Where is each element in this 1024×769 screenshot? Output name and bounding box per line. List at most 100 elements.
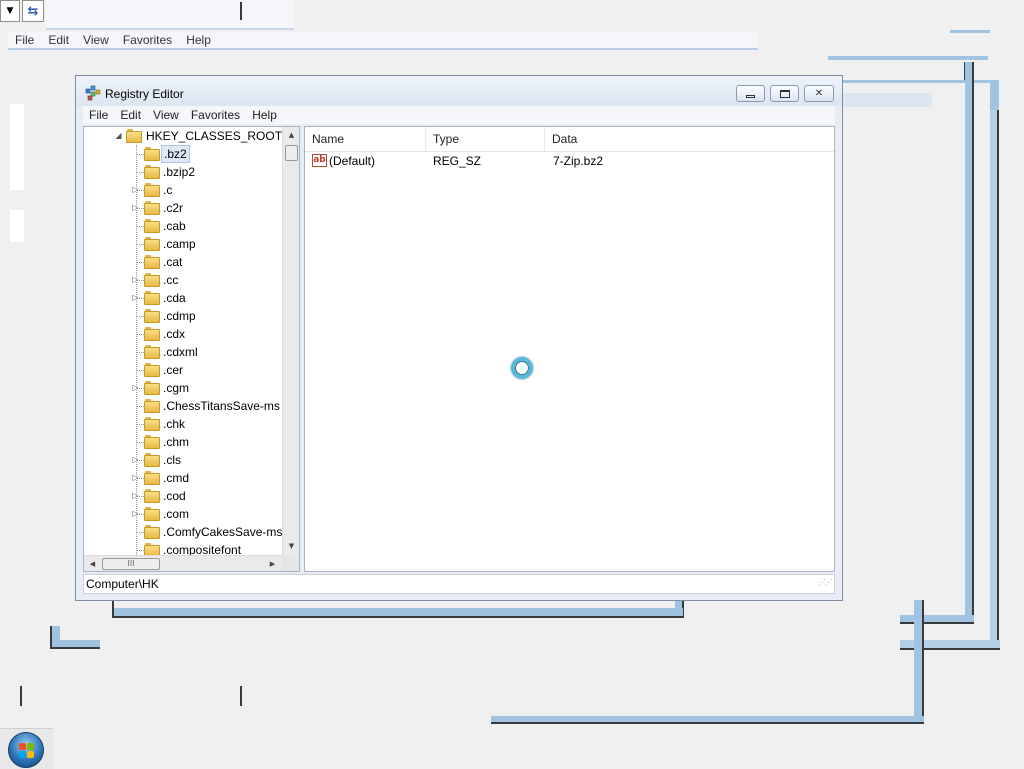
tree-item-label: .bzip2 [163,165,196,179]
bg-menu-edit: Edit [48,33,70,47]
tree-item-label: .bz2 [161,145,190,163]
value-row[interactable]: ab (Default) REG_SZ 7-Zip.bz2 [305,152,834,170]
status-path: Computer\HK [86,577,159,591]
ghost-frame [10,210,24,242]
folder-icon [144,417,160,431]
tree-item[interactable]: .ChessTitansSave-ms [84,397,284,415]
collapse-arrow-icon[interactable]: ◢ [114,127,123,145]
tree-item[interactable]: .cer [84,361,284,379]
hscroll-thumb[interactable]: III [102,558,160,570]
tree-root-row[interactable]: ◢ HKEY_CLASSES_ROOT [84,127,284,145]
ghost-frame [828,56,988,60]
tree-item[interactable]: .cab [84,217,284,235]
tree-item[interactable]: ▷ .c2r [84,199,284,217]
ghost-frame [997,110,999,650]
menu-view[interactable]: View [147,106,185,124]
ghost-frame [20,686,22,706]
scroll-down-arrow-icon[interactable]: ▼ [283,538,299,555]
folder-icon [144,399,160,413]
ghost-frame [990,80,999,110]
scroll-up-arrow-icon[interactable]: ▲ [283,127,299,144]
tree-item-label: .cc [163,273,179,287]
tree-item[interactable]: ▷ .cda [84,289,284,307]
tree-item[interactable]: .cdmp [84,307,284,325]
tree-item[interactable]: .chm [84,433,284,451]
registry-editor-window: Registry Editor ✕ File Edit View Favorit… [75,75,843,601]
ghost-frame [113,616,684,618]
close-icon: ✕ [814,88,824,99]
start-button[interactable] [8,732,44,768]
tree-item[interactable]: ▷ .cgm [84,379,284,397]
folder-icon [144,165,160,179]
registry-editor-icon [85,85,101,101]
folder-icon [144,201,160,215]
tree-item[interactable]: .cdxml [84,343,284,361]
folder-icon [144,291,160,305]
refresh-icon[interactable]: ⇆ [22,0,44,22]
value-name: (Default) [329,154,376,168]
minimize-button[interactable] [736,85,765,102]
tree-item[interactable]: ▷ .cmd [84,469,284,487]
tree-horizontal-scrollbar[interactable]: ◀ III ▶ [84,555,282,571]
scroll-thumb[interactable] [285,145,298,161]
tree-item[interactable]: .camp [84,235,284,253]
maximize-button[interactable] [770,85,799,102]
folder-icon [126,129,142,143]
tree-item[interactable]: ▷ .cc [84,271,284,289]
menu-file[interactable]: File [83,106,114,124]
menubar: File Edit View Favorites Help [83,106,835,124]
tree-item[interactable]: .bzip2 [84,163,284,181]
tree-item[interactable]: .ComfyCakesSave-ms [84,523,284,541]
tree-item-label: .cab [163,219,186,233]
ghost-frame [52,640,100,647]
column-name-header[interactable]: Name [305,127,426,151]
maximize-icon [779,89,790,98]
tree-guide-line [136,145,137,559]
tree-item[interactable]: ▷ .cls [84,451,284,469]
folder-icon [144,273,160,287]
tree-item-label: .camp [163,237,196,251]
resize-grip-icon[interactable]: ⋰⋰ [818,575,833,592]
close-button[interactable]: ✕ [804,85,834,102]
tree-item[interactable]: .bz2 [84,145,284,163]
tree-item[interactable]: ▷ .c [84,181,284,199]
bg-menu-favorites: Favorites [122,33,173,47]
ghost-frame [900,615,974,622]
value-data: 7-Zip.bz2 [553,154,604,168]
tree-item[interactable]: ▷ .com [84,505,284,523]
address-bar-remnant [46,0,294,30]
ghost-frame [972,62,974,624]
tree-item[interactable]: .chk [84,415,284,433]
ghost-frame [113,608,683,616]
address-dropdown-button[interactable]: ▼ [0,0,20,22]
ghost-frame [240,686,242,706]
tree-vertical-scrollbar[interactable]: ▲ ▼ [282,127,299,555]
values-list[interactable]: Name Type Data ab (Default) REG_SZ 7-Zip… [304,126,835,572]
scroll-right-arrow-icon[interactable]: ▶ [264,556,281,571]
minimize-icon [746,95,755,98]
tree-item-label: .chk [163,417,186,431]
menu-help[interactable]: Help [246,106,283,124]
menu-edit[interactable]: Edit [114,106,147,124]
column-type-header[interactable]: Type [426,127,545,151]
folder-icon [144,147,160,161]
registry-tree[interactable]: ◢ HKEY_CLASSES_ROOT .bz2 .bzip2 ▷ .c ▷ .c2r .c… [83,126,300,572]
window-title: Registry Editor [105,87,184,101]
menu-favorites[interactable]: Favorites [185,106,246,124]
title-bar[interactable]: Registry Editor ✕ [76,76,842,106]
tree-item[interactable]: .cat [84,253,284,271]
tree-item-label: .com [163,507,190,521]
string-value-icon: ab [312,154,327,167]
tree-item-label: .cdmp [163,309,196,323]
column-data-header[interactable]: Data [545,127,834,151]
taskbar [0,728,53,769]
tree-item-label: .cer [163,363,184,377]
scroll-left-arrow-icon[interactable]: ◀ [84,556,101,571]
ghost-frame [914,600,922,720]
tree-item[interactable]: ▷ .cod [84,487,284,505]
bg-menu-help: Help [186,33,211,47]
tree-item-label: .cdx [163,327,186,341]
tree-item[interactable]: .cdx [84,325,284,343]
tree-root-label: HKEY_CLASSES_ROOT [146,129,283,143]
folder-icon [144,219,160,233]
